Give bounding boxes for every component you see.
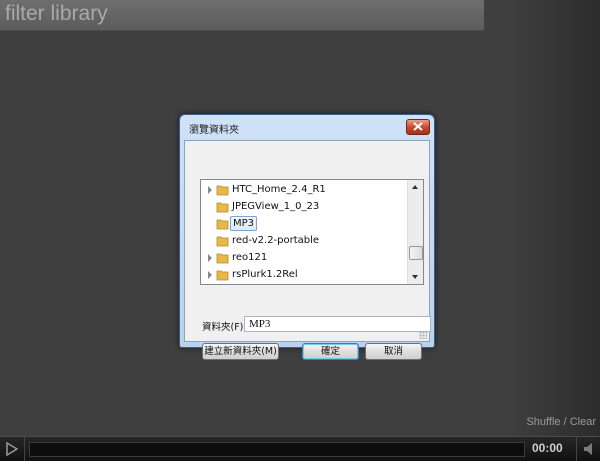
- filter-placeholder: filter library: [5, 2, 108, 25]
- play-button[interactable]: [0, 437, 25, 461]
- separator: /: [563, 416, 567, 428]
- resize-grip-icon[interactable]: [419, 331, 427, 339]
- tree-item-selected[interactable]: MP3: [201, 216, 407, 233]
- folder-icon: [216, 270, 229, 281]
- speaker-icon: [584, 443, 592, 455]
- tree-item-label: reo121: [232, 252, 268, 263]
- tree-item[interactable]: JPEGView_1_0_23: [201, 199, 407, 216]
- folder-icon: [216, 185, 229, 196]
- close-button[interactable]: [406, 119, 430, 135]
- shuffle-link[interactable]: Shuffle: [526, 416, 560, 428]
- filter-input[interactable]: filter library: [0, 0, 484, 31]
- expand-arrow-icon[interactable]: [208, 186, 212, 194]
- close-icon: [413, 122, 423, 131]
- playlist-controls: Shuffle / Clear: [526, 416, 596, 428]
- tree-item[interactable]: reo121: [201, 250, 407, 267]
- ok-button[interactable]: 確定: [302, 343, 359, 360]
- tree-item-label: JPEGView_1_0_23: [232, 201, 320, 212]
- tree-item-label: HTC_Home_2.4_R1: [232, 184, 326, 195]
- dialog-title: 瀏覽資料夾: [189, 125, 239, 136]
- scroll-up-icon[interactable]: [408, 180, 423, 195]
- folder-tree[interactable]: HTC_Home_2.4_R1 JPEGView_1_0_23 MP3 red-…: [200, 179, 424, 285]
- tree-item[interactable]: red-v2.2-portable: [201, 233, 407, 250]
- time-display: 00:00: [532, 441, 563, 455]
- cancel-button[interactable]: 取消: [365, 343, 422, 360]
- folder-field[interactable]: MP3: [244, 316, 431, 332]
- tree-scrollbar[interactable]: [407, 180, 423, 284]
- tree-item[interactable]: HTC_Home_2.4_R1: [201, 182, 407, 199]
- expand-arrow-icon[interactable]: [208, 271, 212, 279]
- open-folder-icon: [216, 219, 229, 230]
- tree-item[interactable]: rsPlurk1.2Rel: [201, 267, 407, 284]
- play-icon: [6, 442, 18, 456]
- volume-button[interactable]: [576, 437, 600, 461]
- folder-field-label: 資料夾(F):: [202, 322, 247, 333]
- folder-icon: [216, 236, 229, 247]
- tree-item-label: MP3: [230, 216, 258, 231]
- scroll-thumb[interactable]: [409, 246, 423, 260]
- player-bar: 00:00: [0, 436, 600, 461]
- folder-icon: [216, 202, 229, 213]
- tree-item-label: rsPlurk1.2Rel: [232, 269, 298, 280]
- clear-link[interactable]: Clear: [570, 416, 596, 428]
- new-folder-button[interactable]: 建立新資料夾(M): [202, 343, 279, 360]
- dialog-body: HTC_Home_2.4_R1 JPEGView_1_0_23 MP3 red-…: [184, 140, 431, 360]
- browse-folder-dialog: 瀏覽資料夾 HTC_Home_2.4_R1 JPEGView_1_0_23 MP…: [179, 114, 435, 360]
- tree-item-label: red-v2.2-portable: [232, 235, 320, 246]
- folder-icon: [216, 253, 229, 264]
- background-shade: [510, 0, 600, 436]
- expand-arrow-icon[interactable]: [208, 254, 212, 262]
- scroll-down-icon[interactable]: [408, 269, 423, 284]
- seek-bar[interactable]: [29, 442, 525, 457]
